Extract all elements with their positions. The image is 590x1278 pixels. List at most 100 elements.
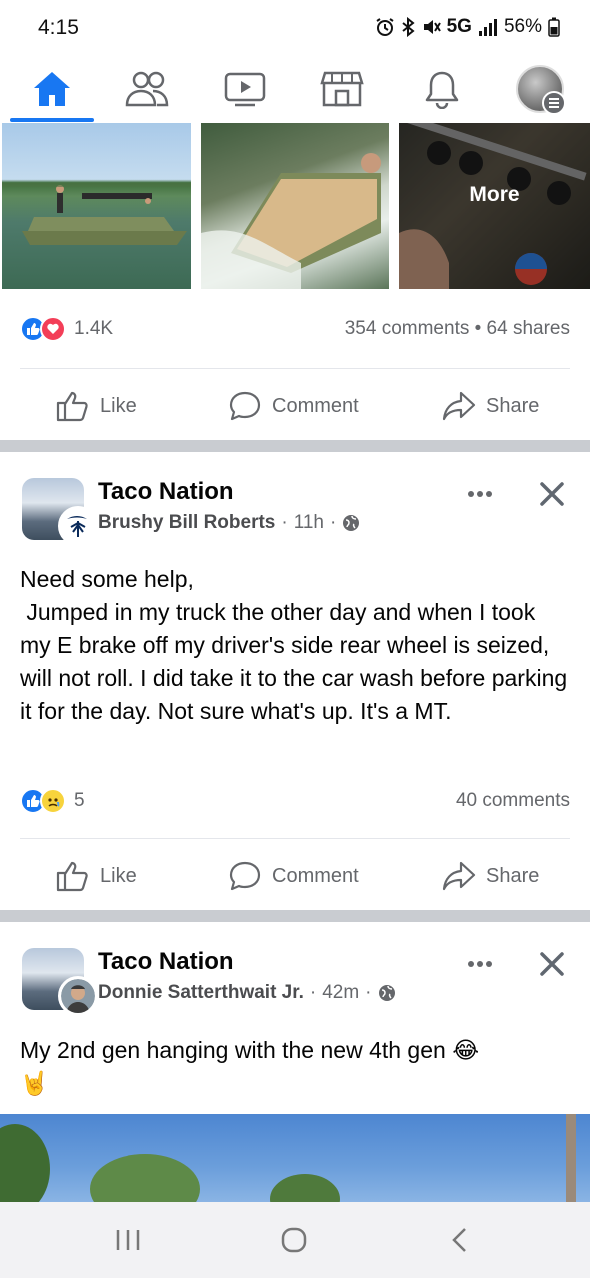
post3-byline: Donnie Satterthwait Jr. · 42m · (98, 982, 396, 1004)
post2-share-label: Share (486, 864, 540, 887)
nav-notifications-button[interactable] (402, 56, 482, 122)
nav-profile-menu-button[interactable] (500, 56, 580, 122)
more-photos-label: More (469, 183, 520, 206)
top-nav (0, 56, 590, 122)
globe-icon (378, 985, 395, 1001)
close-icon (540, 482, 564, 506)
back-button[interactable] (410, 1202, 510, 1278)
post2-group-name[interactable]: Taco Nation (98, 478, 234, 506)
mute-icon (421, 17, 441, 37)
post2-header: Taco Nation Brushy Bill Roberts · 11h · (20, 472, 570, 546)
post3-author-avatar[interactable] (58, 976, 98, 1016)
share-icon (442, 861, 476, 891)
post1-reaction-count[interactable]: 1.4K (74, 318, 113, 340)
post2-timestamp[interactable]: 11h (294, 512, 324, 534)
post1-comment-label: Comment (272, 394, 359, 417)
post2-like-button[interactable]: Like (56, 846, 137, 906)
nav-watch-button[interactable] (205, 56, 285, 122)
comment-icon (229, 391, 261, 421)
post3-more-options-button[interactable] (462, 952, 498, 976)
nav-home-button[interactable] (12, 56, 92, 122)
love-reaction-icon (40, 316, 66, 342)
post3-text: My 2nd gen hanging with the new 4th gen … (20, 1037, 480, 1096)
post1-action-bar: Like Comment Share (0, 376, 590, 436)
recents-icon (116, 1230, 140, 1250)
share-icon (442, 391, 476, 421)
post2-comment-label: Comment (272, 864, 359, 887)
recent-apps-button[interactable] (78, 1202, 178, 1278)
post2-hide-button[interactable] (534, 476, 570, 512)
post1-comments-shares[interactable]: 354 comments • 64 shares (345, 318, 570, 340)
byline-separator: · (281, 512, 288, 533)
status-time: 4:15 (38, 16, 79, 39)
home-system-button[interactable] (244, 1202, 344, 1278)
byline-separator: · (330, 512, 337, 533)
post2-reaction-summary: 5 40 comments (20, 788, 570, 814)
post2-reaction-icons[interactable] (20, 788, 66, 814)
post3-author-name[interactable]: Donnie Satterthwait Jr. (98, 982, 304, 1004)
post3-group-name[interactable]: Taco Nation (98, 948, 234, 976)
post1-share-button[interactable]: Share (442, 376, 539, 436)
home-icon (34, 72, 70, 106)
profile-avatar (516, 65, 566, 115)
nav-marketplace-button[interactable] (302, 56, 382, 122)
more-dots-icon (468, 491, 492, 497)
post1-comment-button[interactable]: Comment (228, 376, 359, 436)
post2-divider (20, 838, 570, 839)
friends-icon (125, 71, 169, 107)
post1-photo-2[interactable] (201, 123, 389, 289)
system-nav-bar (0, 1202, 590, 1278)
post2-reaction-count[interactable]: 5 (74, 790, 85, 812)
post2-author-avatar[interactable] (58, 506, 98, 546)
globe-icon (343, 515, 360, 531)
post2-share-button[interactable]: Share (442, 846, 539, 906)
post2-like-label: Like (100, 864, 137, 887)
tree-shape (90, 1154, 200, 1202)
post3-header: Taco Nation Donnie Satterthwait Jr. · 42… (20, 942, 570, 1016)
post-separator (0, 910, 590, 922)
tree-shape (0, 1124, 50, 1202)
post1-photo-grid: More (0, 123, 590, 289)
post1-photo-1[interactable] (2, 123, 191, 289)
nav-friends-button[interactable] (107, 56, 187, 122)
post2-byline: Brushy Bill Roberts · 11h · (98, 512, 360, 534)
post2-comments[interactable]: 40 comments (456, 790, 570, 812)
utility-pole (566, 1114, 576, 1202)
byline-separator: · (365, 982, 372, 1003)
byline-separator: · (309, 982, 317, 1003)
back-icon (452, 1228, 466, 1252)
home-circle-icon (281, 1227, 307, 1253)
comment-icon (229, 861, 261, 891)
post2-comment-button[interactable]: Comment (228, 846, 359, 906)
signal-icon (478, 18, 498, 36)
post1-reaction-icons[interactable] (20, 316, 66, 342)
marketplace-icon (320, 71, 364, 107)
bell-icon (425, 71, 459, 109)
more-photos-overlay[interactable]: More (399, 123, 590, 289)
post3-hide-button[interactable] (534, 946, 570, 982)
post1-reaction-summary: 1.4K 354 comments • 64 shares (20, 316, 570, 342)
post2-action-bar: Like Comment Share (0, 846, 590, 906)
post3-photo[interactable] (0, 1114, 590, 1202)
bluetooth-icon (401, 17, 415, 37)
alarm-icon (375, 17, 395, 37)
close-icon (540, 952, 564, 976)
post2-text: Need some help, Jumped in my truck the o… (20, 566, 568, 724)
status-icons: 5G 56% (375, 16, 560, 38)
battery-text: 56% (503, 16, 542, 37)
post1-photo-3[interactable]: More (399, 123, 590, 289)
more-dots-icon (468, 961, 492, 967)
like-icon (56, 861, 88, 892)
post2-more-options-button[interactable] (462, 482, 498, 506)
status-bar: 4:15 5G 56% (0, 0, 590, 56)
tree-shape (270, 1174, 340, 1202)
post1-like-label: Like (100, 394, 137, 417)
post-separator (0, 440, 590, 452)
post1-like-button[interactable]: Like (56, 376, 137, 436)
post3-timestamp[interactable]: 42m (322, 982, 359, 1004)
sad-reaction-icon (40, 788, 66, 814)
post2-author-name[interactable]: Brushy Bill Roberts (98, 512, 275, 534)
like-icon (56, 391, 88, 422)
battery-icon (548, 17, 560, 37)
menu-icon (542, 91, 566, 115)
